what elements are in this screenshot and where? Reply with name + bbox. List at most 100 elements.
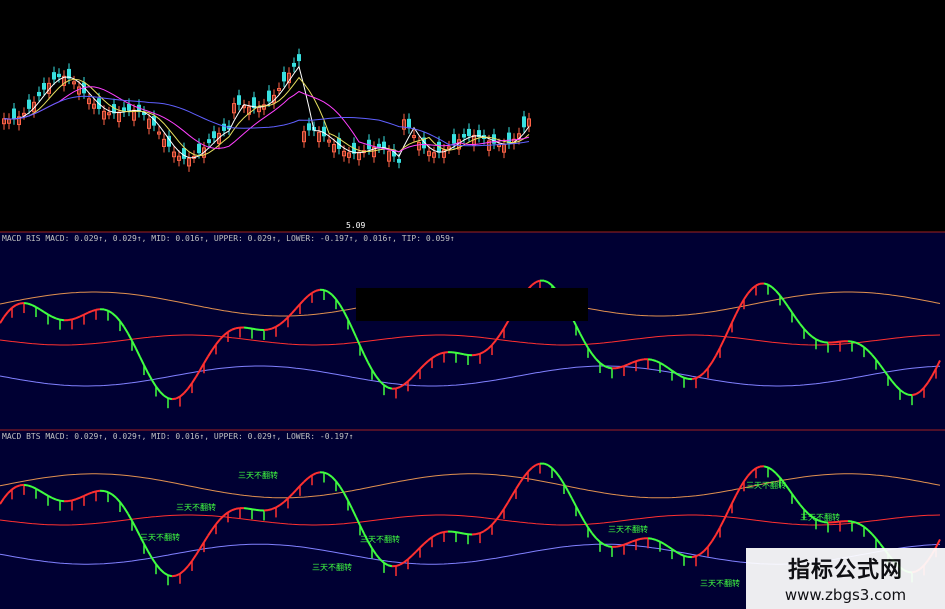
candle-body [377,143,381,148]
panel1-macd-segment [455,351,461,355]
panel1-macd-segment [167,397,173,401]
panel2-macd-segment [15,484,21,488]
candle-body [292,62,296,67]
signal-label: 三天不翻转 [312,562,352,572]
candle-body [467,128,471,137]
panel2-macd-segment [395,563,401,567]
panel1-macd-segment [55,317,61,321]
candle-body [57,73,61,78]
panel1-macd-segment [27,302,33,306]
macd-panel-1-header: MACD RIS MACD: 0.029↑, 0.029↑, MID: 0.01… [2,234,455,243]
panel2-macd-segment [763,465,769,469]
panel1-macd-segment [819,340,825,344]
panel1-macd-segment [615,366,621,370]
price-panel [0,0,945,232]
panel1-macd-segment [171,397,177,401]
panel1-macd-segment [103,308,109,312]
panel1-macd-segment [651,358,657,362]
candle-body [37,91,41,97]
panel2-macd-segment [55,498,61,502]
candle-body [507,132,511,144]
candle-body [212,131,216,139]
signal-label: 三天不翻转 [800,512,840,522]
panel2-macd-segment [543,462,549,467]
panel1-macd-segment [639,358,645,361]
panel1-macd-segment [231,327,237,331]
signal-label: 三天不翻转 [176,502,216,512]
panel1-macd-segment [387,386,393,390]
signal-label: 三天不翻转 [140,532,180,542]
panel2-macd-segment [647,537,653,540]
candle-body [452,134,456,144]
signal-label: 三天不翻转 [238,470,278,480]
candle-body [52,72,56,80]
candle-body [197,143,201,154]
panel2-macd-segment [639,537,645,540]
panel2-macd-segment [267,508,273,512]
candle-body [222,123,226,131]
panel1-macd-segment [463,353,469,356]
panel2-macd-segment [387,564,393,568]
panel2-macd-segment [459,531,465,535]
signal-label: 三天不翻转 [360,534,400,544]
stock-chart: 5.09 MACD RIS MACD: 0.029↑, 0.029↑, MID:… [0,0,945,609]
panel2-macd-segment [27,484,33,488]
signal-label: 三天不翻转 [608,524,648,534]
panel1-macd-segment [255,328,261,331]
candle-body [267,90,271,102]
panel1-macd-segment [395,386,401,390]
panel2-macd-segment [683,554,689,558]
panel1-macd-segment [459,352,465,356]
panel2-macd-segment [651,537,657,541]
candle-body [237,95,241,105]
panel2-macd-segment [607,545,613,548]
panel2-macd-segment [455,531,461,534]
panel1-macd-segment [23,302,29,305]
panel1-macd-segment [251,327,257,331]
candle-body [12,108,16,120]
low-price-annotation: 5.09 [346,221,365,230]
signal-label: 三天不翻转 [700,578,740,588]
panel2-macd-segment [95,489,101,493]
panel2-macd-segment [23,483,29,487]
panel2-macd-segment [851,520,857,524]
panel1-macd-segment [95,308,101,311]
panel1-macd-segment [763,282,769,286]
candle-body [282,71,286,82]
panel2-macd-segment [231,507,237,512]
candle-body [127,103,131,111]
watermark: 指标公式网 www.zbgs3.com [746,548,945,609]
candle-body [122,107,126,112]
candle-body [397,159,401,163]
panel2-macd-segment [635,538,641,542]
candle-body [307,123,311,131]
panel1-macd-segment [451,351,457,354]
occlusion-box [356,288,588,321]
candle-body [27,99,31,109]
candle-body [182,148,186,159]
panel1-macd-segment [911,393,917,397]
panel1-macd-segment [267,327,273,331]
panel2-macd-segment [251,508,257,511]
panel2-macd-segment [315,471,321,475]
panel2-macd-segment [463,532,469,536]
panel1-macd-segment [647,358,653,361]
panel2-macd-segment [171,574,177,578]
candle-body [297,54,301,62]
candle-body [462,134,466,138]
candle-body [207,139,211,144]
candle-body [42,82,46,90]
panel2-macd-segment [71,498,77,502]
panel2-macd-segment [103,489,109,494]
signal-label: 三天不翻转 [746,480,786,490]
watermark-url: www.zbgs3.com [784,586,907,604]
panel1-macd-segment [607,366,613,370]
panel2-macd-segment [247,507,253,511]
watermark-title: 指标公式网 [787,558,903,583]
macd-panel-2-header: MACD BTS MACD: 0.029↑, 0.029↑, MID: 0.01… [2,432,354,441]
panel2-macd-segment [59,499,65,503]
panel1-macd-segment [635,359,641,363]
panel1-macd-segment [683,376,689,380]
panel2-macd-segment [167,574,173,578]
candle-body [407,118,411,129]
